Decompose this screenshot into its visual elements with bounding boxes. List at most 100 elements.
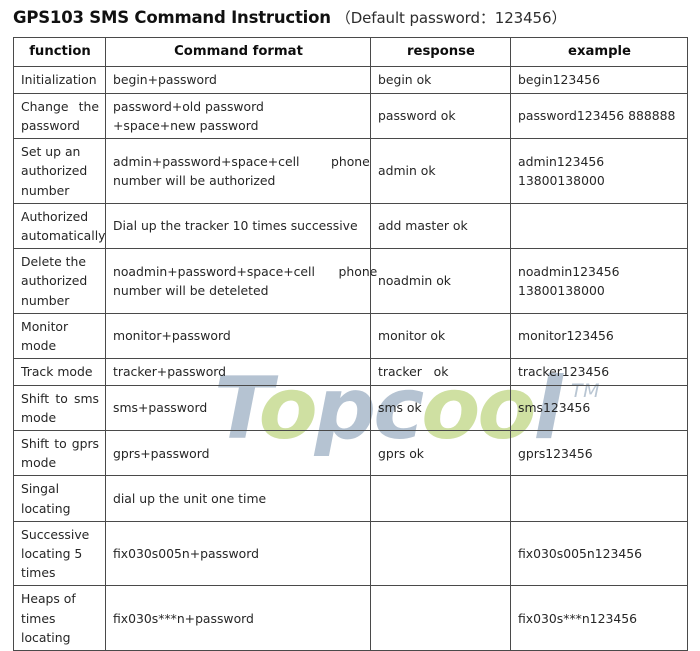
response-text: add master ok bbox=[378, 218, 468, 234]
response-text bbox=[371, 496, 510, 502]
example-text bbox=[511, 223, 687, 229]
cell-command: fix030s***n+password bbox=[105, 585, 371, 651]
function-text: Delete the authorized number bbox=[21, 254, 88, 308]
response-text: noadmin ok bbox=[378, 273, 451, 289]
function-text: Shift to gprs mode bbox=[21, 435, 99, 471]
example-text: sms123456 bbox=[518, 400, 591, 416]
function-text: Successive locating 5 times bbox=[21, 526, 90, 581]
response-text: admin ok bbox=[378, 163, 436, 179]
example-text bbox=[511, 496, 687, 502]
cell-command: gprs+password bbox=[105, 429, 371, 477]
function-text: Shift to sms mode bbox=[21, 390, 99, 425]
table-row: Singal locating dial up the unit one tim… bbox=[13, 475, 688, 522]
cell-function: Initialization bbox=[13, 66, 106, 94]
command-text: monitor+password bbox=[113, 328, 231, 344]
header-cell-command: Command format bbox=[105, 36, 371, 68]
header-label-example: example bbox=[568, 44, 631, 59]
cell-function: Singal locating bbox=[13, 475, 106, 522]
cell-example: gprs123456 bbox=[510, 429, 688, 477]
table-row: Heaps of times locating fix030s***n+pass… bbox=[13, 585, 688, 651]
cell-command: monitor+password bbox=[105, 312, 371, 360]
cell-function: Track mode bbox=[13, 358, 106, 386]
cell-function: Shift to sms mode bbox=[13, 384, 106, 431]
cell-command: sms+password bbox=[105, 384, 371, 431]
response-text: gprs ok bbox=[378, 445, 424, 461]
cell-command: fix030s005n+password bbox=[105, 520, 371, 587]
cell-command: Dial up the tracker 10 times successive bbox=[105, 202, 371, 250]
response-text: sms ok bbox=[378, 400, 422, 416]
cell-example: sms123456 bbox=[510, 384, 688, 431]
example-text: fix030s005n123456 bbox=[518, 546, 643, 562]
cell-command: password+old password +space+new passwor… bbox=[105, 92, 371, 140]
response-text: monitor ok bbox=[378, 328, 446, 344]
header-label-response: response bbox=[407, 44, 475, 59]
cell-response: tracker ok bbox=[370, 358, 511, 386]
example-text: gprs123456 bbox=[518, 445, 593, 461]
command-text: noadmin+password+space+cell phone number… bbox=[113, 263, 378, 299]
cell-example bbox=[510, 475, 688, 522]
table-row: Delete the authorized number noadmin+pas… bbox=[13, 248, 688, 314]
cell-function: Monitor mode bbox=[13, 312, 106, 360]
cell-function: Set up an authorized number bbox=[13, 138, 106, 204]
cell-command: admin+password+space+cell phone number w… bbox=[105, 138, 371, 204]
function-text: Heaps of times locating bbox=[21, 591, 76, 645]
page-title: GPS103 SMS Command Instruction （Default p… bbox=[13, 2, 687, 32]
cell-example: monitor123456 bbox=[510, 312, 688, 360]
cell-response: password ok bbox=[370, 92, 511, 140]
cell-response: gprs ok bbox=[370, 429, 511, 477]
cell-example bbox=[510, 202, 688, 250]
command-text: begin+password bbox=[113, 72, 217, 88]
table-row: Shift to sms mode sms+password sms ok sm… bbox=[13, 384, 688, 431]
command-text: tracker+password bbox=[113, 364, 227, 380]
cell-response: sms ok bbox=[370, 384, 511, 431]
function-text: Set up an authorized number bbox=[21, 144, 88, 198]
response-text: password ok bbox=[378, 108, 456, 124]
header-cell-example: example bbox=[510, 36, 688, 68]
cell-function: Shift to gprs mode bbox=[13, 429, 106, 477]
command-text: password+old password +space+new passwor… bbox=[113, 98, 264, 133]
page-title-main: GPS103 SMS Command Instruction bbox=[13, 7, 331, 27]
command-text: admin+password+space+cell phone number w… bbox=[113, 153, 370, 188]
cell-response: admin ok bbox=[370, 138, 511, 204]
table-row: Monitor mode monitor+password monitor ok… bbox=[13, 312, 688, 360]
cell-command: dial up the unit one time bbox=[105, 475, 371, 522]
cell-response bbox=[370, 585, 511, 651]
header-label-command: Command format bbox=[174, 44, 303, 59]
function-text: Initialization bbox=[21, 72, 97, 88]
response-text bbox=[371, 551, 510, 557]
cell-function: Delete the authorized number bbox=[13, 248, 106, 314]
table-row: Successive locating 5 times fix030s005n+… bbox=[13, 520, 688, 587]
function-text: Monitor mode bbox=[21, 318, 69, 354]
cell-response: begin ok bbox=[370, 66, 511, 94]
cell-example: fix030s005n123456 bbox=[510, 520, 688, 587]
cell-example: admin123456 13800138000 bbox=[510, 138, 688, 204]
command-text: Dial up the tracker 10 times successive bbox=[113, 218, 358, 234]
function-text: Authorized automatically bbox=[21, 208, 106, 243]
table-row: Change the password password+old passwor… bbox=[13, 92, 688, 140]
table-row: Set up an authorized number admin+passwo… bbox=[13, 138, 688, 204]
function-text: Singal locating bbox=[21, 481, 71, 516]
cell-example: tracker123456 bbox=[510, 358, 688, 386]
cell-example: begin123456 bbox=[510, 66, 688, 94]
cell-command: noadmin+password+space+cell phone number… bbox=[105, 248, 378, 314]
cell-response: add master ok bbox=[370, 202, 511, 250]
sms-command-table: function Command format response example… bbox=[13, 36, 688, 651]
cell-function: Successive locating 5 times bbox=[13, 520, 106, 587]
page-title-default-password-note: （Default password：123456） bbox=[335, 8, 567, 27]
cell-example: noadmin123456 13800138000 bbox=[510, 248, 688, 314]
cell-command: begin+password bbox=[105, 66, 371, 94]
header-label-function: function bbox=[29, 44, 91, 59]
example-text: password123456 888888 bbox=[518, 108, 676, 124]
table-row: Initialization begin+password begin ok b… bbox=[13, 66, 688, 94]
cell-response bbox=[370, 475, 511, 522]
command-text: sms+password bbox=[113, 400, 208, 416]
response-text: begin ok bbox=[378, 72, 432, 88]
function-text: Track mode bbox=[21, 364, 93, 380]
header-cell-function: function bbox=[13, 36, 106, 68]
response-text bbox=[371, 615, 510, 621]
cell-function: Authorized automatically bbox=[13, 202, 106, 250]
command-text: fix030s***n+password bbox=[113, 610, 254, 626]
cell-function: Heaps of times locating bbox=[13, 585, 106, 651]
example-text: fix030s***n123456 bbox=[518, 610, 637, 626]
command-text: fix030s005n+password bbox=[113, 546, 259, 562]
